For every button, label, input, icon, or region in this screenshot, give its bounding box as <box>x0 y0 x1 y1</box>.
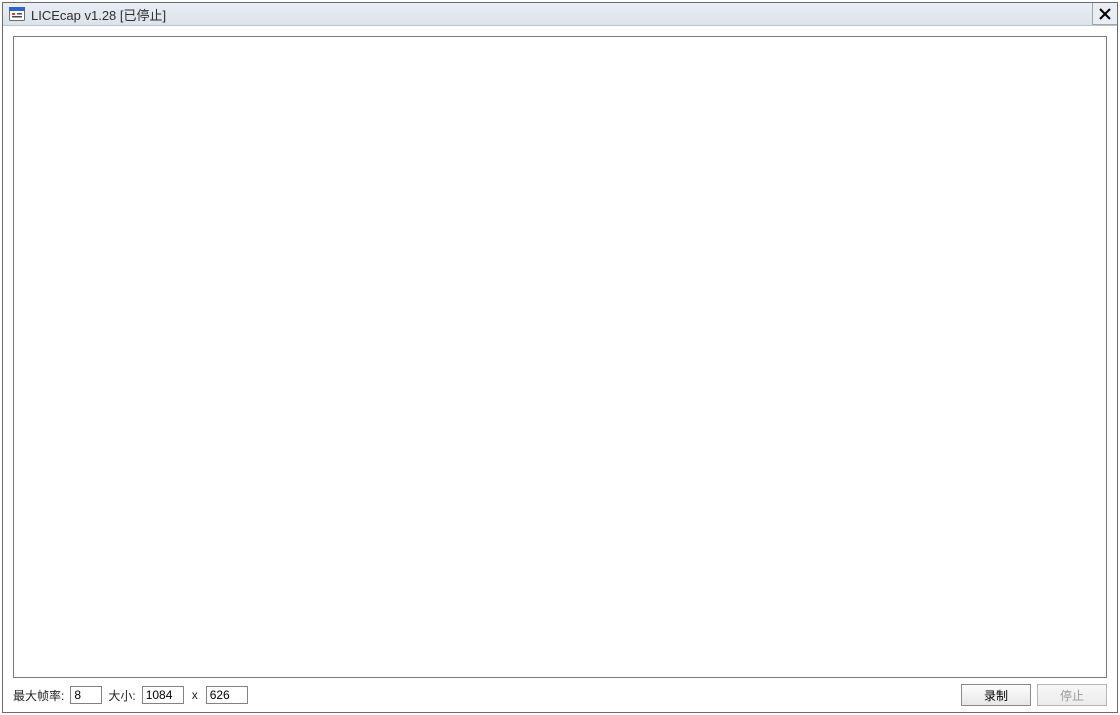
width-input[interactable] <box>142 686 184 704</box>
max-fps-input[interactable] <box>70 686 102 704</box>
close-button[interactable] <box>1092 3 1117 25</box>
record-button[interactable]: 录制 <box>961 684 1031 706</box>
height-input[interactable] <box>206 686 248 704</box>
window-title: LICEcap v1.28 [已停止] <box>31 5 166 24</box>
size-separator: x <box>190 688 200 702</box>
bottom-toolbar: 最大帧率: 大小: x 录制 停止 <box>3 684 1117 712</box>
app-window: LICEcap v1.28 [已停止] 最大帧率: 大小: x 录制 停止 <box>2 2 1118 713</box>
capture-area[interactable] <box>13 36 1107 678</box>
licecap-app-icon <box>9 6 25 22</box>
size-label: 大小: <box>108 687 135 704</box>
max-fps-label: 最大帧率: <box>13 687 64 704</box>
capture-frame-wrap <box>3 26 1117 684</box>
close-icon <box>1099 8 1111 20</box>
title-bar[interactable]: LICEcap v1.28 [已停止] <box>3 3 1117 26</box>
stop-button: 停止 <box>1037 684 1107 706</box>
